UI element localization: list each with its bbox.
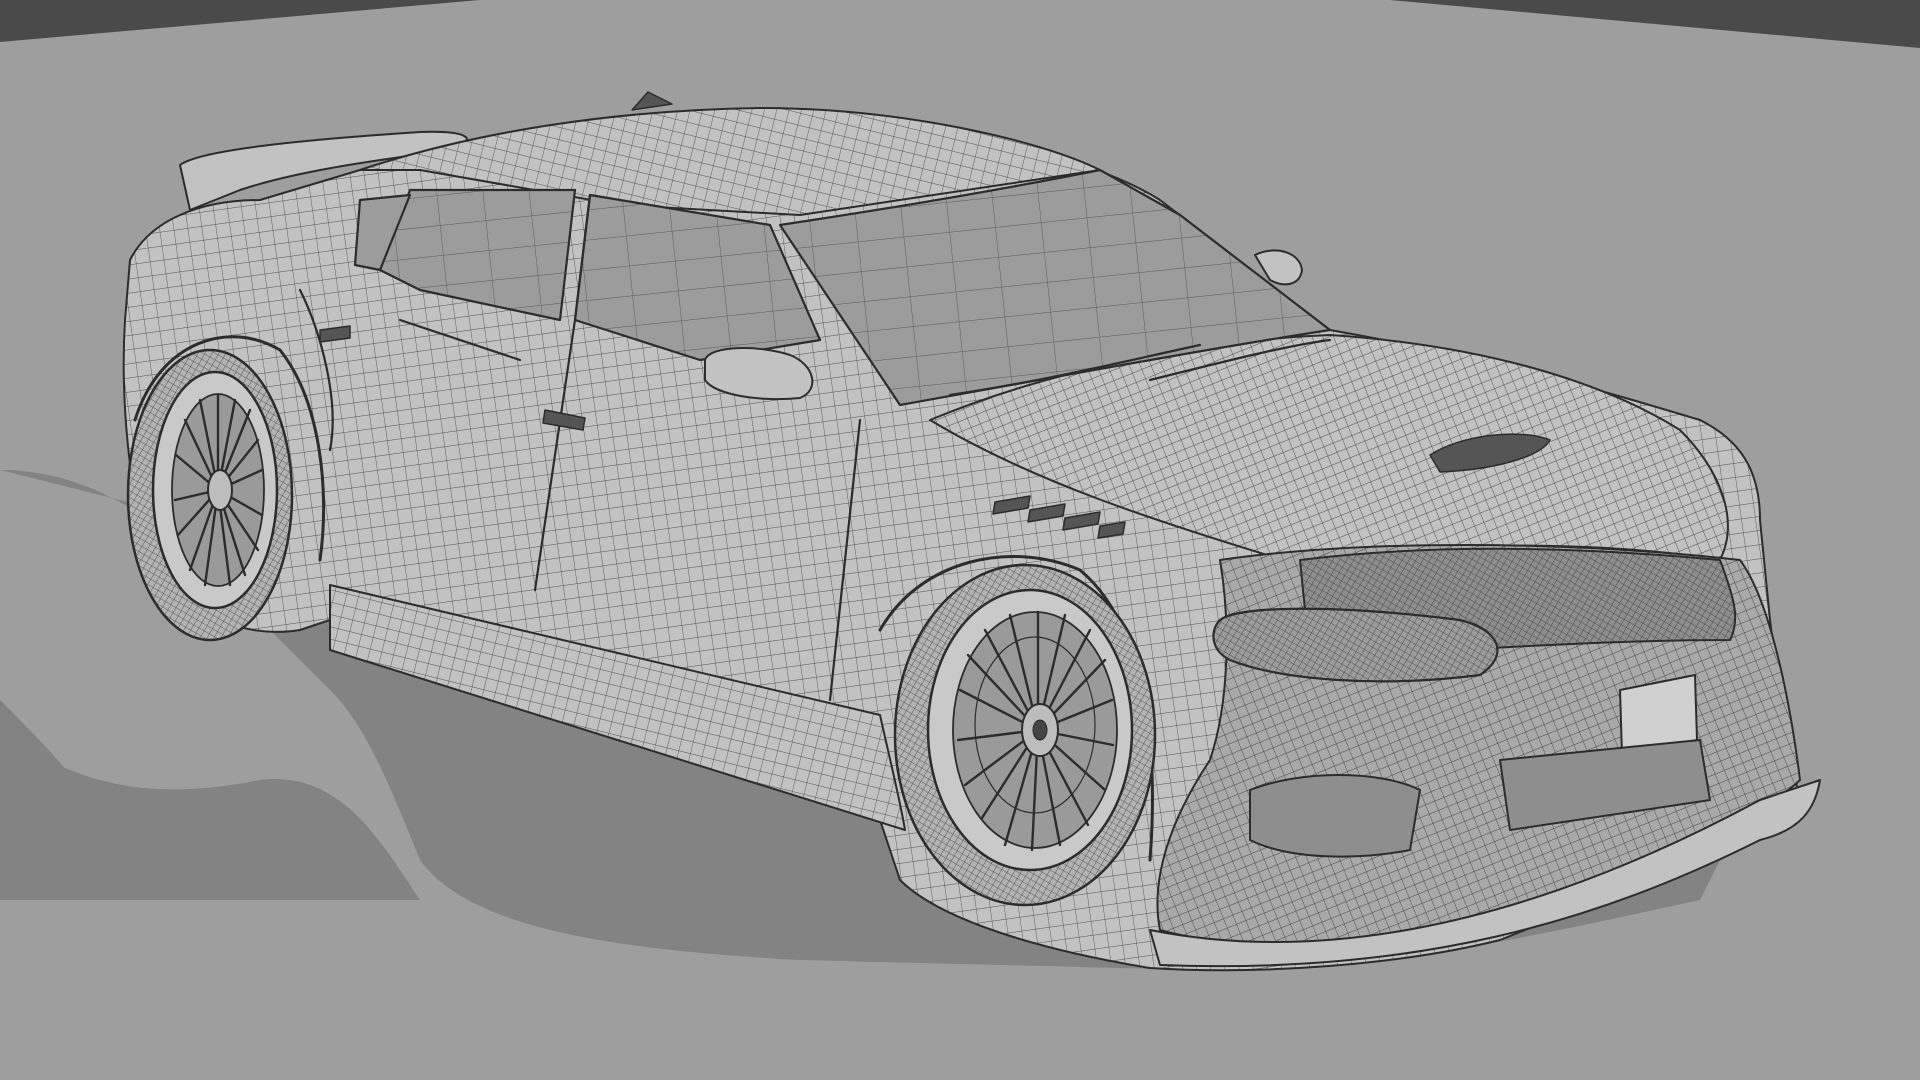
lower-intake-left[interactable] <box>1249 774 1421 858</box>
3d-viewport[interactable] <box>0 0 1920 1080</box>
front-wheel[interactable] <box>893 563 1157 907</box>
viewport-scene[interactable] <box>0 0 1920 1080</box>
rear-wheel[interactable] <box>126 348 294 642</box>
